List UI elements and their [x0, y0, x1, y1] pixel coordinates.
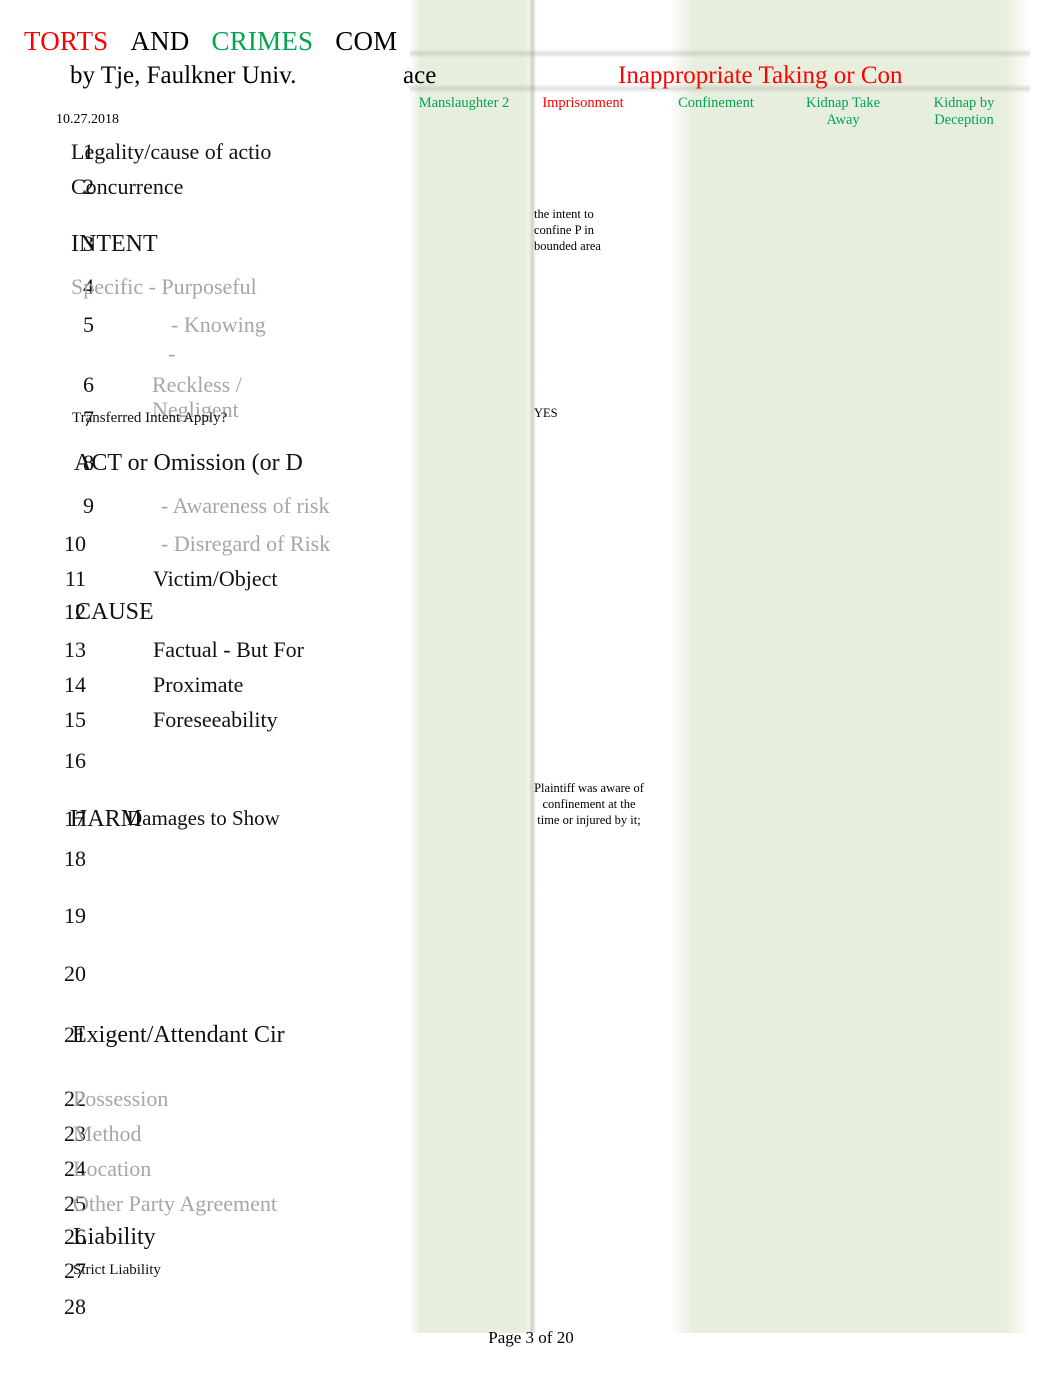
row-number[interactable]: 16 — [26, 748, 86, 774]
row-label-reckless-line1: Reckless / — [152, 372, 242, 397]
row-label-intent: INTENT — [71, 231, 158, 257]
title-word-and: AND — [130, 26, 190, 56]
row-label-factual-but-for: Factual - But For — [153, 637, 304, 662]
column-divider — [529, 0, 536, 1333]
row-label-transferred-intent-apply: Transferred Intent Apply? — [72, 410, 228, 426]
row-number[interactable]: 14 — [26, 672, 86, 698]
cell-imprisonment-transferred[interactable]: YES — [534, 405, 626, 421]
column-header-confinement[interactable]: Confinement — [668, 95, 764, 112]
row-label-knowing: - Knowing — [171, 312, 266, 337]
row-label-proximate: Proximate — [153, 672, 244, 697]
row-label-possession: Possession — [73, 1086, 169, 1111]
column-header-kidnap-take-away[interactable]: Kidnap Take Away — [790, 95, 896, 129]
page-title: TORTS AND CRIMES COM — [24, 26, 397, 57]
row-label-act-or-omission-or-d: ACT or Omission (or D — [74, 450, 303, 476]
row-label-legality-cause-of-actio: Legality/cause of actio — [71, 139, 272, 164]
page-subtitle: by Tje, Faulkner Univ. — [70, 62, 297, 89]
row-number[interactable]: 9 — [34, 493, 94, 519]
row-label-awareness-of-risk: - Awareness of risk — [161, 493, 330, 518]
row-number[interactable]: 6 — [34, 372, 94, 398]
column-header-manslaughter-2[interactable]: Manslaughter 2 — [414, 95, 514, 112]
cell-imprisonment-harm[interactable]: Plaintiff was aware of confinement at th… — [530, 780, 648, 828]
face-text-fragment: ace — [403, 62, 437, 89]
page-footer: Page 3 of 20 — [488, 1328, 574, 1347]
row-label-reckless-dash: - — [168, 341, 176, 366]
title-word-com: COM — [335, 26, 398, 56]
row-label-foreseeability: Foreseeability — [153, 707, 278, 732]
title-word-torts: TORTS — [24, 26, 109, 56]
column-header-kidnap-by-deception[interactable]: Kidnap by Deception — [910, 95, 1018, 129]
column-band-right — [672, 0, 1030, 1333]
column-band-left — [410, 0, 533, 1333]
cell-imprisonment-intent[interactable]: the intent to confine P in bounded area — [534, 206, 626, 254]
row-label-liability: Liability — [73, 1224, 156, 1250]
row-number[interactable]: 15 — [26, 707, 86, 733]
row-number[interactable]: 19 — [26, 903, 86, 929]
row-label-damages-to-show: Damages to Show — [127, 806, 280, 830]
column-header-imprisonment[interactable]: Imprisonment — [534, 95, 632, 112]
row-number[interactable]: 28 — [26, 1294, 86, 1320]
row-label-victim-object: Victim/Object — [153, 566, 278, 591]
row-label-concurrence: Concurrence — [71, 174, 184, 199]
row-number[interactable]: 5 — [34, 312, 94, 338]
row-label-strict-liability: Strict Liability — [73, 1262, 161, 1278]
row-label-location: Location — [73, 1156, 152, 1181]
row-label-method: Method — [73, 1121, 142, 1146]
row-label-exigent-attendant-cir: Exigent/Attendant Cir — [72, 1022, 285, 1048]
row-number[interactable]: 11 — [26, 566, 86, 592]
header-rule-top — [410, 49, 1030, 58]
row-label-other-party-agreement: Other Party Agreement — [73, 1191, 278, 1216]
title-word-crimes: CRIMES — [211, 26, 314, 56]
row-number[interactable]: 20 — [26, 961, 86, 987]
section-banner: Inappropriate Taking or Con — [618, 62, 903, 89]
row-number[interactable]: 10 — [26, 531, 86, 557]
document-date: 10.27.2018 — [56, 112, 119, 127]
row-number[interactable]: 18 — [26, 846, 86, 872]
row-number[interactable]: 13 — [26, 637, 86, 663]
row-label-cause: CAUSE — [75, 599, 154, 625]
row-label-disregard-of-risk: - Disregard of Risk — [161, 531, 331, 556]
row-label-specific-purposeful: Specific - Purposeful — [71, 274, 257, 299]
